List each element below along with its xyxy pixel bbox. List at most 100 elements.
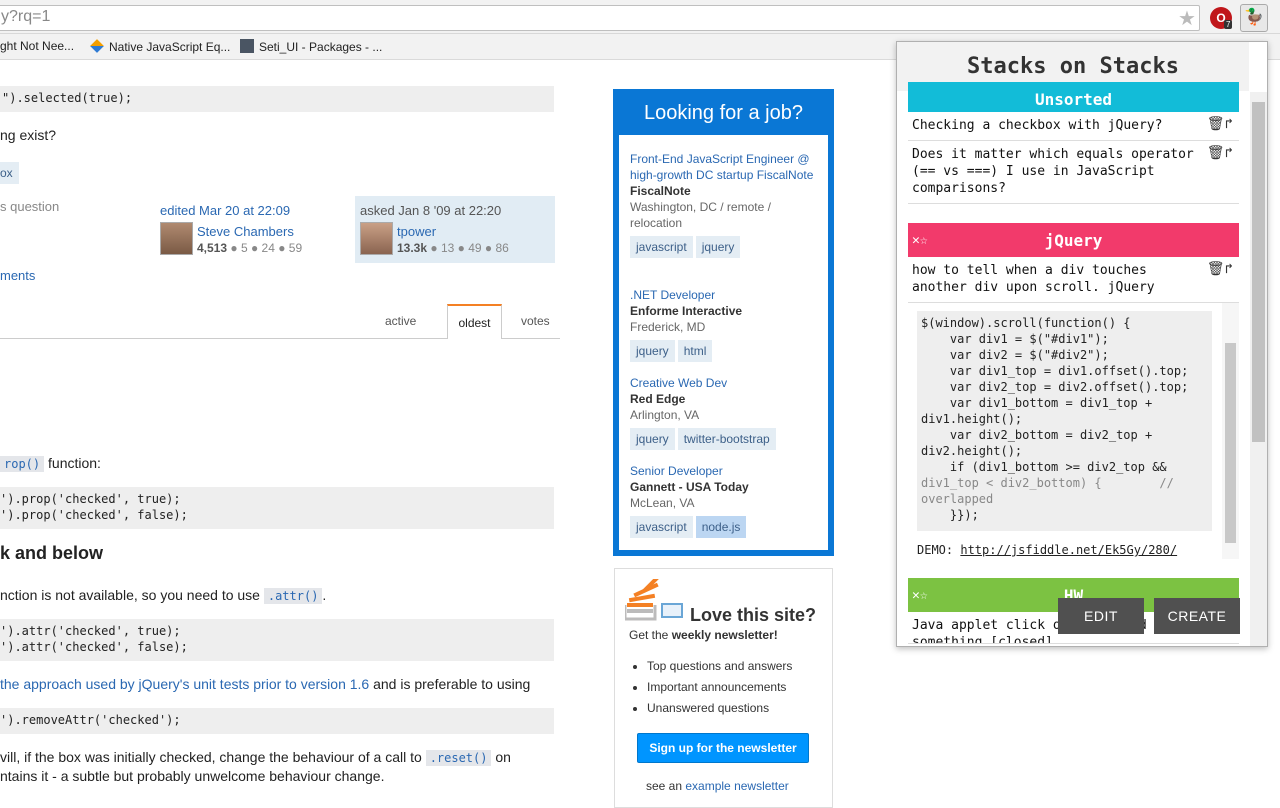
share-arrow-icon[interactable]: ↱ [1225,145,1233,161]
bookmark-item[interactable]: Native JavaScript Eq... [90,39,230,54]
code-scrollbar-thumb[interactable] [1225,343,1236,543]
stack-item-actions: 🗑↱ [1207,261,1233,278]
stack-name: Unsorted [1034,90,1113,109]
job-title[interactable]: Front-End JavaScript Engineer @ high-gro… [630,151,820,183]
share-arrow-icon[interactable]: ↱ [1225,116,1233,132]
code-line: var div1_top = div1.offset().top; [921,364,1189,378]
demo-link[interactable]: http://jsfiddle.net/Ek5Gy/280/ [960,543,1177,557]
newsletter-bullets: Top questions and answers Important anno… [647,656,792,719]
edit-button[interactable]: EDIT [1058,598,1144,634]
popup-title: Stacks on Stacks [967,54,1179,79]
editor-badges: ● 5 ● 24 ● 59 [230,241,303,255]
stack-item-title[interactable]: Does it matter which equals operator (==… [912,147,1194,196]
code-line: var div1 = $("#div1"); [921,332,1109,346]
example-newsletter-link[interactable]: example newsletter [685,779,788,793]
question-tag[interactable]: ox [0,162,19,184]
tab-active[interactable]: active [385,314,416,328]
stack-header[interactable]: ✕☆ jQuery [908,223,1239,257]
code-block: ').attr('checked', true); ').attr('check… [0,619,554,661]
newsletter-signup-button[interactable]: Sign up for the newsletter [637,733,809,763]
job-listing[interactable]: Senior Developer Gannett - USA Today McL… [630,463,820,538]
stack-header[interactable]: Unsorted [908,82,1239,112]
job-listing[interactable]: Front-End JavaScript Engineer @ high-gro… [630,151,820,258]
question-text: ng exist? [0,127,57,143]
job-tag[interactable]: node.js [695,516,747,538]
add-comments-link[interactable]: ments [0,268,35,283]
answer-text: ntains it - a subtle but probably unwelc… [0,768,385,784]
asker-rep: 13.3k [397,241,428,255]
stack-item[interactable]: Does it matter which equals operator (==… [908,141,1239,204]
approach-link[interactable]: the approach used by jQuery's unit tests… [0,676,369,692]
job-tag[interactable]: twitter-bootstrap [677,428,776,450]
code-preview: $(window).scroll(function() { var div1 =… [908,303,1239,559]
code-line: var div2 = $("#div2"); [921,348,1109,362]
asker-badges: ● 13 ● 49 ● 86 [430,241,509,255]
demo-label: DEMO: [917,543,954,557]
address-bar[interactable]: y?rq=1 [0,5,1200,31]
bookmark-item[interactable]: Seti_UI - Packages - ... [240,39,382,54]
job-tag[interactable]: jquery [630,428,675,450]
stack-name: jQuery [1044,231,1103,250]
newsletter-title: Love this site? [690,605,817,625]
stack-item[interactable]: how to tell when a div touches another d… [908,257,1239,303]
code-line: var div1_bottom = div1_top + [921,396,1153,410]
editor-avatar[interactable] [160,222,193,255]
job-tag[interactable]: javascript [630,516,693,538]
job-tag[interactable]: javascript [630,236,693,258]
job-tag[interactable]: jquery [630,340,675,362]
job-tag[interactable]: jquery [695,236,741,258]
stack-item-actions: 🗑↱ [1207,145,1233,162]
stack-item-title[interactable]: how to tell when a div touches another d… [912,263,1155,295]
job-company: Gannett - USA Today [630,480,749,494]
inline-code: rop() [0,456,45,472]
close-star-icon[interactable]: ✕☆ [912,578,928,614]
stack-unsorted: Unsorted Checking a checkbox with jQuery… [908,82,1239,204]
asker-avatar[interactable] [360,222,393,255]
stacks-popup: Stacks on Stacks Unsorted Checking a che… [896,41,1268,647]
stack-item[interactable]: Checking a checkbox with jQuery? 🗑↱ [908,112,1239,141]
bookmark-star-icon[interactable]: ★ [1178,6,1196,31]
job-title[interactable]: Creative Web Dev [630,375,820,391]
inline-code: .reset() [425,750,492,766]
job-tag[interactable]: html [677,340,713,362]
editor-name[interactable]: Steve Chambers [197,224,294,239]
newsletter-bullet: Important announcements [647,677,792,698]
editor-rep: 4,513 [197,241,228,255]
share-link[interactable]: s question [0,199,59,214]
jobs-widget: Looking for a job? Front-End JavaScript … [613,89,834,556]
code-line: }}); [921,508,979,522]
duck-extension-icon[interactable]: 🦆 [1240,4,1268,32]
answer-text: and is preferable to using [373,676,531,692]
envelope-icon [661,603,683,618]
trash-icon[interactable]: 🗑 [1207,145,1225,161]
share-arrow-icon[interactable]: ↱ [1225,261,1233,277]
create-button[interactable]: CREATE [1154,598,1240,634]
trash-icon[interactable]: 🗑 [1207,261,1225,277]
tab-oldest[interactable]: oldest [447,304,502,339]
close-star-icon[interactable]: ✕☆ [912,223,928,259]
bookmark-favicon-icon [240,39,254,53]
popup-scrollbar-thumb[interactable] [1252,102,1265,442]
stack-item-actions: 🗑↱ [1207,116,1233,133]
asker-name[interactable]: tpower [397,224,436,239]
job-title[interactable]: Senior Developer [630,463,820,479]
job-company: Enforme Interactive [630,304,743,318]
answer-heading: k and below [0,543,104,563]
code-line: if (div1_bottom >= div2_top && [921,460,1167,474]
bookmark-item[interactable]: ght Not Nee... [0,39,74,53]
job-location: McLean, VA [630,496,695,510]
job-title[interactable]: .NET Developer [630,287,820,303]
tab-votes[interactable]: votes [521,314,550,328]
code-line: overlapped [921,492,994,506]
job-listing[interactable]: .NET Developer Enforme Interactive Frede… [630,287,820,362]
job-location: Frederick, MD [630,320,706,334]
newsletter-subtitle: Get the weekly newsletter! [629,628,778,642]
jobs-title[interactable]: Looking for a job? [613,102,834,125]
code-line: div1_top < div2_bottom) { // [921,476,1174,490]
job-listing[interactable]: Creative Web Dev Red Edge Arlington, VA … [630,375,820,450]
answer-text: function: [48,455,101,471]
trash-icon[interactable]: 🗑 [1207,116,1225,132]
stack-item-title[interactable]: Checking a checkbox with jQuery? [912,118,1162,133]
answer-text: vill, if the box was initially checked, … [0,749,422,765]
edited-link[interactable]: edited Mar 20 at 22:09 [160,203,290,218]
